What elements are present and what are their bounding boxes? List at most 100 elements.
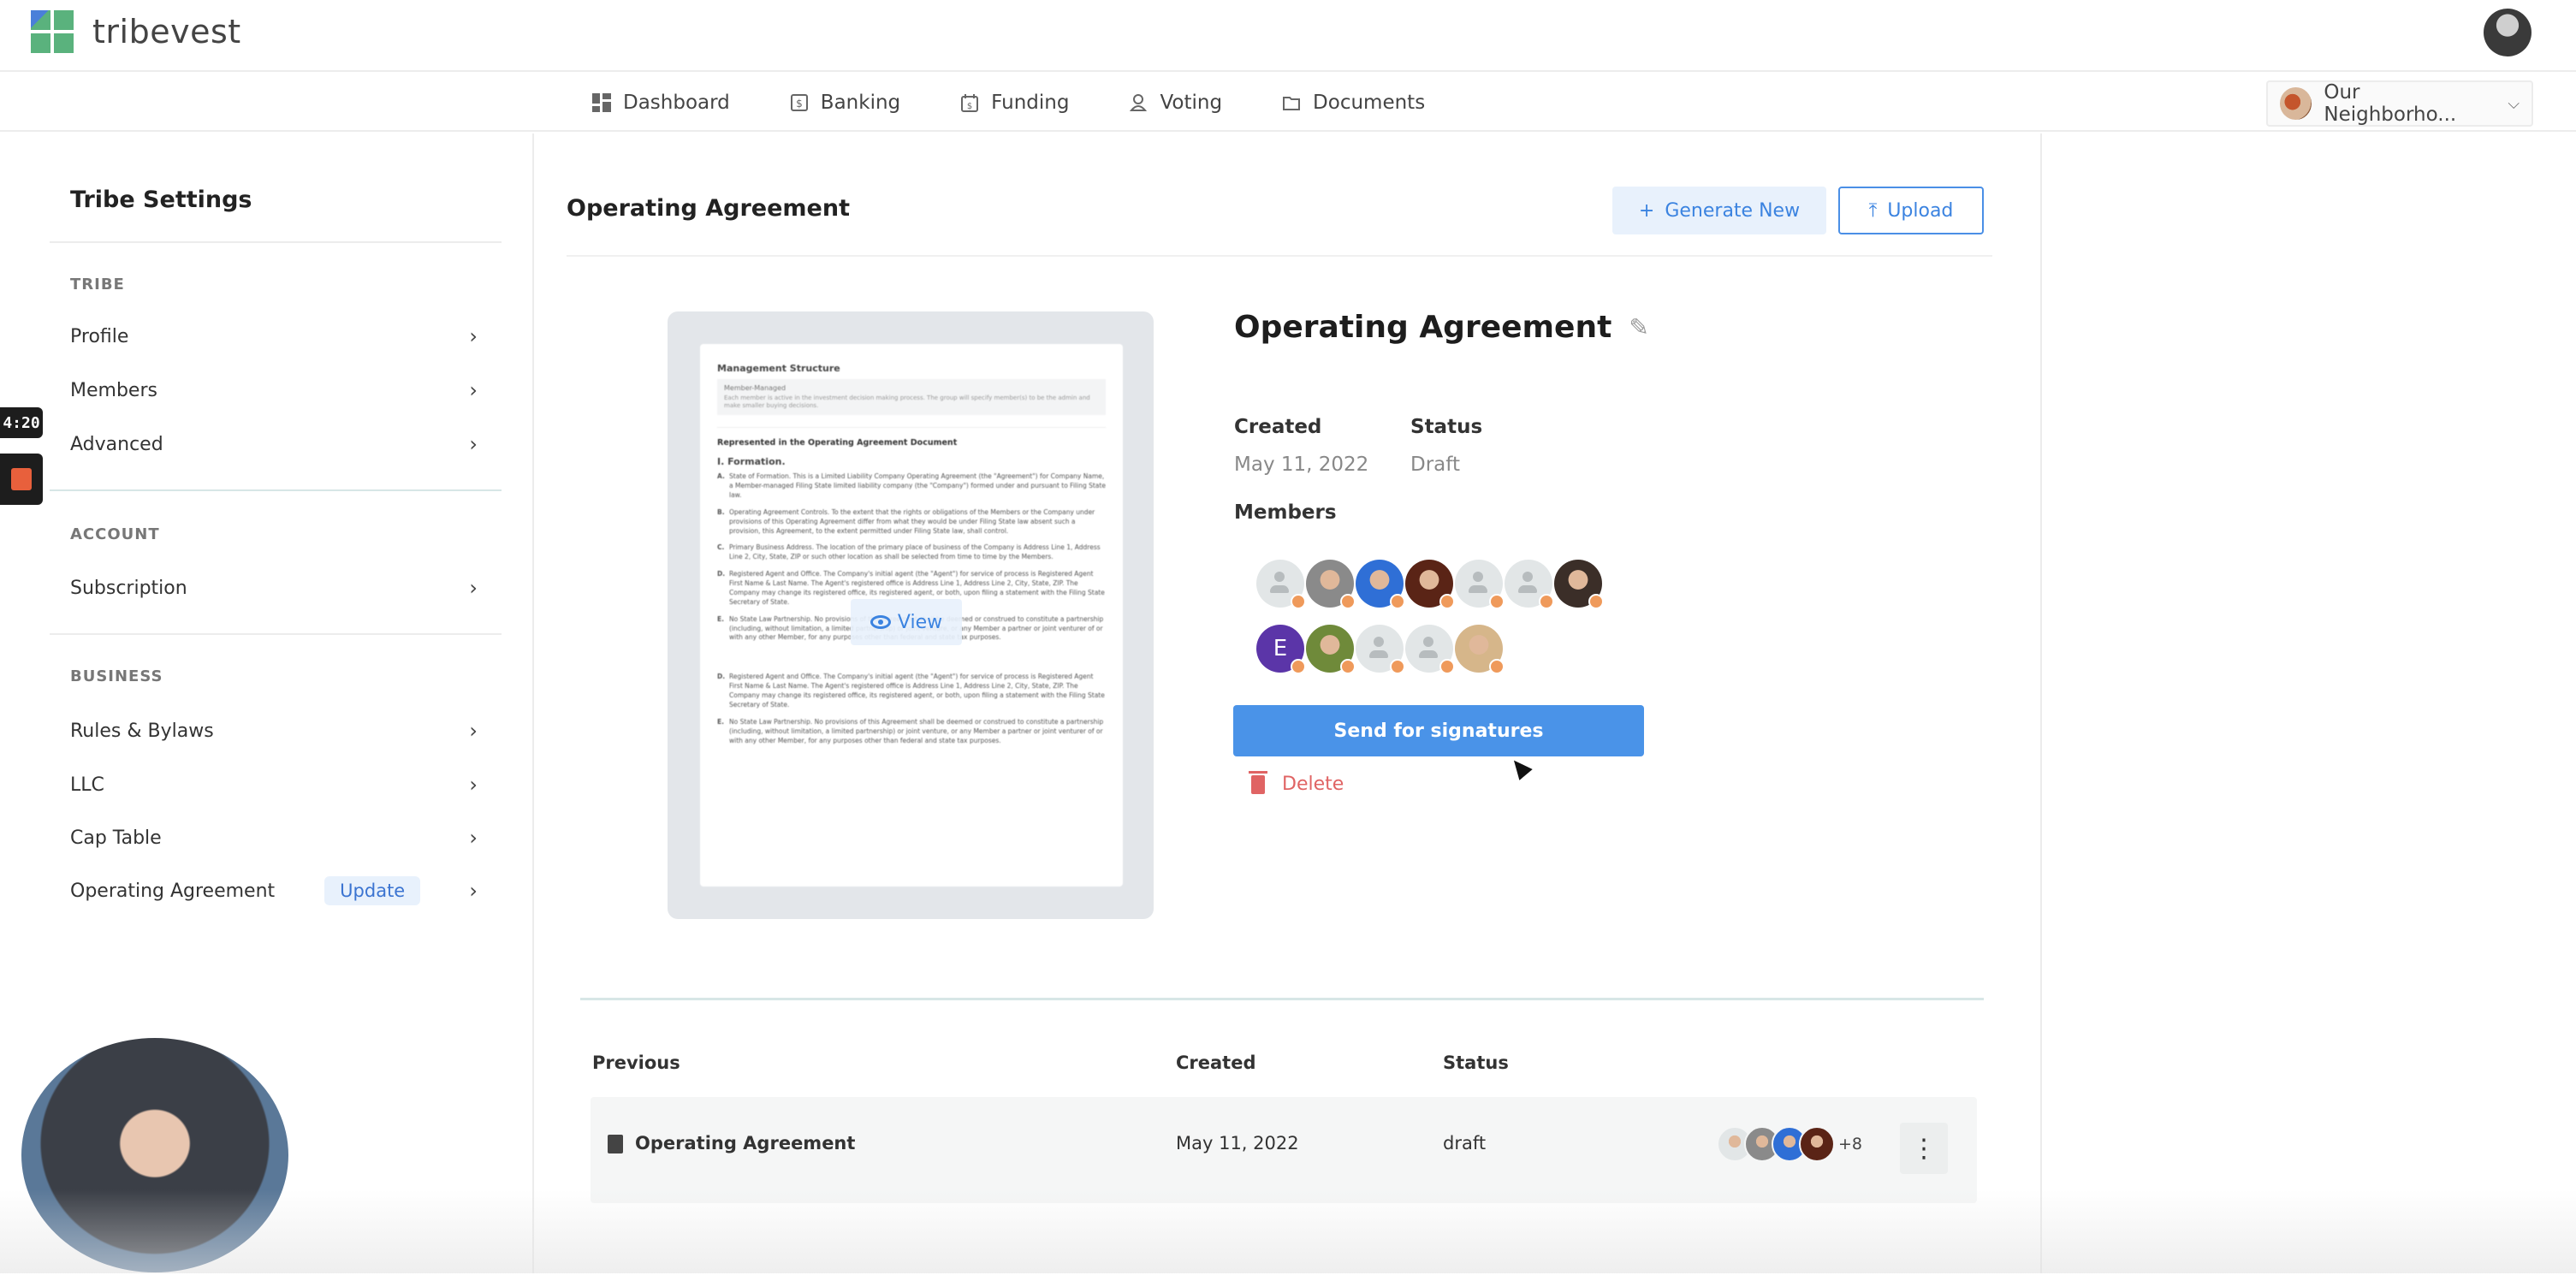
upload-button[interactable]: ⤒ Upload [1838, 187, 1984, 234]
row-name[interactable]: Operating Agreement [635, 1133, 855, 1153]
doc-paragraph: A. State of Formation. This is a Limited … [717, 472, 1106, 501]
doc-paragraphs-repeat: D. Registered Agent and Office. The Compa… [717, 673, 1106, 745]
generate-new-button[interactable]: + Generate New [1612, 187, 1826, 234]
pending-status-dot [1539, 594, 1554, 609]
nav-banking[interactable]: $ Banking [790, 92, 900, 114]
sidebar-item-subscription[interactable]: Subscription › [70, 566, 478, 609]
table-row[interactable]: Operating Agreement May 11, 2022 draft +… [591, 1097, 1977, 1203]
members-avatars: E [1256, 560, 1616, 674]
eye-icon [870, 615, 891, 629]
nav-documents[interactable]: Documents [1282, 92, 1425, 114]
delete-label: Delete [1282, 774, 1344, 795]
nav-voting[interactable]: Voting [1129, 92, 1222, 114]
member-avatar[interactable] [1455, 560, 1505, 609]
chevron-right-icon: › [469, 879, 478, 903]
member-avatar[interactable] [1306, 560, 1356, 609]
user-avatar[interactable] [2484, 9, 2531, 56]
nav-banking-label: Banking [820, 92, 901, 114]
chevron-right-icon: › [469, 773, 478, 797]
member-avatar[interactable] [1405, 560, 1455, 609]
delete-button[interactable]: Delete [1249, 770, 1344, 795]
dashboard-icon [592, 93, 611, 112]
vote-person-icon [1129, 93, 1148, 112]
member-avatar[interactable] [1455, 625, 1505, 674]
document-preview[interactable]: Management Structure Member-Managed Each… [668, 311, 1154, 919]
doc-paragraph-letter: D. [717, 570, 726, 578]
member-avatar[interactable] [1405, 625, 1455, 674]
chevron-right-icon: › [469, 378, 478, 402]
more-options-button[interactable]: ⋮ [1900, 1123, 1948, 1174]
document-title: Operating Agreement ✎ [1234, 310, 1649, 345]
nav-dashboard[interactable]: Dashboard [592, 92, 730, 114]
view-button[interactable]: View [851, 599, 962, 645]
update-badge[interactable]: Update [324, 876, 421, 905]
doc-paragraph-letter: E. [717, 614, 724, 623]
chevron-right-icon: › [469, 826, 478, 850]
doc-heading: Management Structure [717, 363, 840, 374]
plus-icon: + [1638, 199, 1655, 222]
sidebar-item-label: Advanced [70, 433, 163, 455]
sidebar-item-profile[interactable]: Profile › [70, 315, 478, 358]
sidebar-item-operating-agreement[interactable]: Operating Agreement Update › [70, 869, 478, 912]
previous-divider [580, 998, 1984, 1000]
trash-icon [1249, 770, 1267, 794]
chevron-right-icon: › [469, 719, 478, 743]
main-content: Operating Agreement + Generate New ⤒ Upl… [536, 133, 2042, 1273]
status-value: Draft [1410, 454, 1460, 476]
sidebar-section-account: ACCOUNT [70, 525, 160, 543]
nav-funding[interactable]: $ Funding [960, 92, 1069, 114]
chevron-down-icon: ⌵ [2508, 94, 2520, 113]
doc-paragraph-letter: D. [717, 673, 726, 681]
pending-status-dot [1390, 594, 1405, 609]
pending-status-dot [1489, 659, 1505, 674]
chevron-right-icon: › [469, 324, 478, 348]
sidebar-item-cap-table[interactable]: Cap Table › [70, 816, 478, 859]
member-avatar[interactable] [1306, 625, 1356, 674]
pending-status-dot [1340, 594, 1356, 609]
tribe-selector[interactable]: Our Neighborho... ⌵ [2266, 80, 2533, 127]
members-label: Members [1234, 501, 1337, 524]
member-avatar[interactable] [1356, 560, 1405, 609]
doc-paragraph: C. Primary Business Address. The location… [717, 543, 1106, 562]
recording-timer: 4:20 [0, 407, 43, 438]
member-avatar[interactable]: E [1256, 625, 1306, 674]
sidebar-divider [50, 633, 502, 635]
doc-callout-title: Member-Managed [724, 384, 786, 392]
sidebar-item-label: Subscription [70, 577, 187, 599]
sidebar-item-label: Rules & Bylaws [70, 720, 214, 742]
pending-status-dot [1588, 594, 1604, 609]
created-label: Created [1234, 416, 1322, 438]
main-nav: Dashboard $ Banking $ Funding Voting Doc… [0, 74, 2576, 132]
status-header: Status [1443, 1053, 1509, 1073]
member-avatar[interactable] [1356, 625, 1405, 674]
nav-dashboard-label: Dashboard [623, 92, 730, 114]
pending-status-dot [1291, 659, 1306, 674]
send-for-signatures-button[interactable]: Send for signatures [1233, 705, 1644, 756]
stop-icon [11, 468, 32, 490]
doc-paragraph: B. Operating Agreement Controls. To the e… [717, 508, 1106, 537]
logo[interactable]: tribevest [31, 10, 241, 53]
row-created: May 11, 2022 [1176, 1133, 1299, 1153]
nav-funding-label: Funding [991, 92, 1070, 114]
sidebar-item-llc[interactable]: LLC › [70, 763, 478, 806]
member-avatar[interactable] [1256, 560, 1306, 609]
doc-paragraph-text: No State Law Partnership. No provisions … [729, 717, 1104, 744]
member-avatar [1799, 1126, 1835, 1162]
folder-icon [1282, 93, 1301, 112]
recording-stop-button[interactable] [0, 454, 43, 505]
member-avatar[interactable] [1554, 560, 1604, 609]
chevron-right-icon: › [469, 576, 478, 600]
sidebar-section-business: BUSINESS [70, 667, 163, 685]
doc-paragraph-text: State of Formation. This is a Limited Li… [729, 472, 1106, 499]
doc-paragraph-letter: A. [717, 472, 725, 481]
sidebar-item-rules-bylaws[interactable]: Rules & Bylaws › [70, 709, 478, 752]
sidebar-item-advanced[interactable]: Advanced › [70, 423, 478, 466]
edit-pencil-icon[interactable]: ✎ [1629, 313, 1648, 341]
pending-status-dot [1340, 659, 1356, 674]
sidebar-item-members[interactable]: Members › [70, 369, 478, 412]
more-members-count: +8 [1838, 1135, 1863, 1153]
member-avatar[interactable] [1505, 560, 1554, 609]
sidebar-item-label: Operating Agreement [70, 880, 276, 902]
tribe-selector-label: Our Neighborho... [2324, 81, 2457, 126]
nav-voting-label: Voting [1160, 92, 1223, 114]
